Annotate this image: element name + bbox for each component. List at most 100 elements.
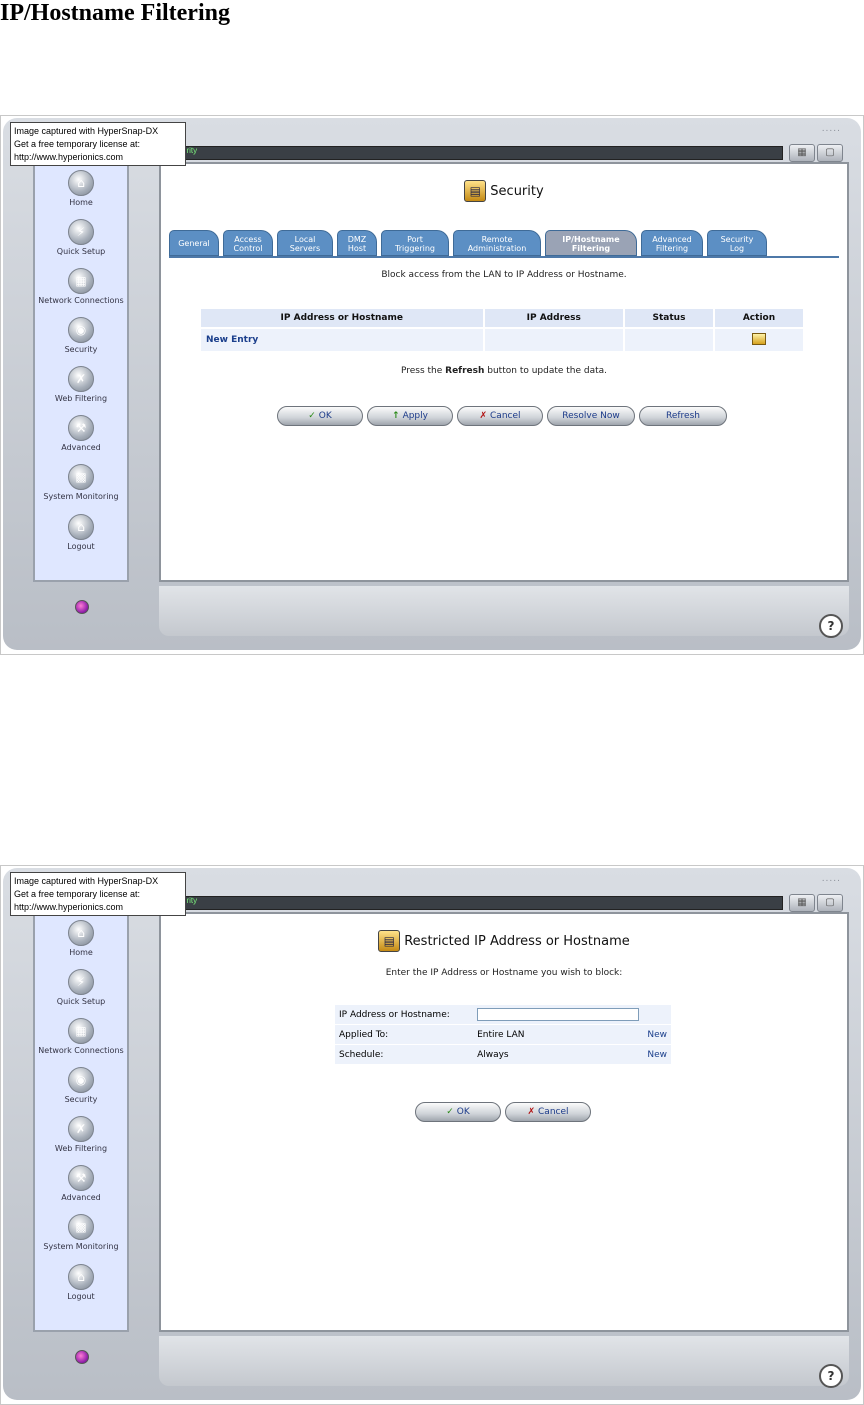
page-title: Security	[490, 183, 544, 199]
title-bar: urity	[179, 146, 783, 160]
app-window-frame: ..... urity ▦ ▢ ⌂ Home ⚡ Quick Setup ▦ Netw…	[3, 868, 861, 1400]
logout-icon: ⌂	[68, 514, 94, 540]
ok-button[interactable]: ✓ OK	[277, 406, 363, 426]
sidebar-item-label: Advanced	[61, 1193, 101, 1202]
sidebar-item-security[interactable]: ◉ Security	[35, 1067, 127, 1104]
help-icon[interactable]: ?	[819, 614, 843, 638]
form-row: Applied To: Entire LAN New	[335, 1024, 671, 1045]
refresh-button-label: Refresh	[666, 411, 700, 421]
cancel-button[interactable]: ✗ Cancel	[505, 1102, 591, 1122]
tab-ip-hostname-filtering[interactable]: IP/Hostname Filtering	[545, 230, 637, 256]
apply-arrow-icon: ↑	[392, 411, 400, 421]
sidebar-item-quick-setup[interactable]: ⚡ Quick Setup	[35, 219, 127, 256]
cancel-button[interactable]: ✗ Cancel	[457, 406, 543, 426]
tab-security-log[interactable]: Security Log	[707, 230, 767, 256]
schedule-new-link[interactable]: New	[647, 1050, 667, 1060]
sidebar-item-network-connections[interactable]: ▦ Network Connections	[35, 1018, 127, 1055]
add-entry-icon[interactable]	[751, 332, 766, 345]
form-row: Schedule: Always New	[335, 1044, 671, 1064]
filter-icon: ✗	[68, 366, 94, 392]
sidebar-footer	[33, 586, 129, 636]
tab-port-triggering[interactable]: Port Triggering	[381, 230, 449, 256]
sidebar-item-system-monitoring[interactable]: ▩ System Monitoring	[35, 1214, 127, 1251]
lock-icon: ◉	[68, 1067, 94, 1093]
applied-to-new-link[interactable]: New	[647, 1030, 667, 1040]
grip-dots: .....	[821, 874, 841, 884]
tab-label: DMZ	[347, 235, 367, 244]
status-bar: ?	[159, 586, 849, 638]
lock-icon: ◉	[68, 317, 94, 343]
sidebar-item-advanced[interactable]: ⚒ Advanced	[35, 1165, 127, 1202]
refresh-note-bold: Refresh	[445, 366, 485, 376]
window-button[interactable]: ▢	[817, 144, 843, 162]
sidebar-item-quick-setup[interactable]: ⚡ Quick Setup	[35, 969, 127, 1006]
network-map-button[interactable]: ▦	[789, 144, 815, 162]
sidebar: ⌂ Home ⚡ Quick Setup ▦ Network Connections …	[33, 162, 129, 582]
ip-hostname-label: IP Address or Hostname:	[335, 1004, 474, 1025]
help-icon[interactable]: ?	[819, 1364, 843, 1388]
ip-hostname-input[interactable]	[477, 1008, 640, 1021]
capture-watermark: Image captured with HyperSnap-DX Get a f…	[10, 872, 186, 916]
ok-button-label: OK	[318, 411, 332, 421]
sidebar-item-label: Home	[69, 198, 93, 207]
form-cell	[643, 1004, 671, 1025]
ok-button[interactable]: ✓ OK	[415, 1102, 501, 1122]
tools-icon: ⚒	[68, 1165, 94, 1191]
tab-advanced-filtering[interactable]: Advanced Filtering	[641, 230, 703, 256]
restriction-form: IP Address or Hostname: Applied To: Enti…	[335, 1004, 671, 1064]
cross-icon: ✗	[479, 411, 488, 421]
tab-general[interactable]: General	[169, 230, 219, 256]
filter-icon: ✗	[68, 1116, 94, 1142]
new-entry-link[interactable]: New Entry	[202, 335, 258, 345]
refresh-button[interactable]: Refresh	[639, 406, 727, 426]
applied-to-value: Entire LAN	[473, 1024, 644, 1045]
screenshot-security-tab: ..... urity ▦ ▢ ⌂ Home ⚡ Quick Setup ▦ Netw…	[0, 115, 864, 655]
sidebar-item-home[interactable]: ⌂ Home	[35, 920, 127, 957]
sidebar-item-label: Security	[64, 345, 98, 354]
sidebar-item-home[interactable]: ⌂ Home	[35, 170, 127, 207]
page-description: Enter the IP Address or Hostname you wis…	[385, 968, 623, 978]
tab-label: Administration	[467, 244, 527, 253]
column-header: Action	[713, 309, 806, 328]
page-header: ▤ Security	[161, 180, 847, 202]
tab-local-servers[interactable]: Local Servers	[277, 230, 333, 256]
main-panel: ▤ Security General Access Control Local Ser…	[159, 162, 849, 582]
sidebar: ⌂ Home ⚡ Quick Setup ▦ Network Connections …	[33, 912, 129, 1332]
table-cell	[483, 327, 625, 351]
sidebar-item-web-filtering[interactable]: ✗ Web Filtering	[35, 1116, 127, 1153]
lightning-icon: ⚡	[68, 969, 94, 995]
sidebar-item-label: Network Connections	[38, 296, 124, 305]
network-map-button[interactable]: ▦	[789, 894, 815, 912]
sidebar-item-web-filtering[interactable]: ✗ Web Filtering	[35, 366, 127, 403]
title-bar: urity	[179, 896, 783, 910]
sidebar-item-label: System Monitoring	[43, 492, 119, 501]
sidebar-item-advanced[interactable]: ⚒ Advanced	[35, 415, 127, 452]
sidebar-item-label: Security	[64, 1095, 98, 1104]
column-header: IP Address	[483, 309, 625, 328]
sidebar-footer	[33, 1336, 129, 1386]
sidebar-item-label: Logout	[67, 1292, 95, 1301]
page-description: Block access from the LAN to IP Address …	[381, 270, 627, 280]
tab-label: Security	[720, 235, 754, 244]
sidebar-item-logout[interactable]: ⌂ Logout	[35, 514, 127, 551]
sidebar-item-network-connections[interactable]: ▦ Network Connections	[35, 268, 127, 305]
tab-label: Control	[233, 244, 263, 253]
tab-label: Port	[407, 235, 423, 244]
sidebar-item-logout[interactable]: ⌂ Logout	[35, 1264, 127, 1301]
sidebar-item-system-monitoring[interactable]: ▩ System Monitoring	[35, 464, 127, 501]
tools-icon: ⚒	[68, 415, 94, 441]
schedule-value: Always	[473, 1044, 644, 1064]
apply-button[interactable]: ↑ Apply	[367, 406, 453, 426]
tab-dmz-host[interactable]: DMZ Host	[337, 230, 377, 256]
security-icon: ▤	[378, 930, 401, 952]
tab-remote-administration[interactable]: Remote Administration	[453, 230, 541, 256]
resolve-now-button[interactable]: Resolve Now	[547, 406, 635, 426]
window-button[interactable]: ▢	[817, 894, 843, 912]
sidebar-item-label: Quick Setup	[56, 247, 106, 256]
app-window-frame: ..... urity ▦ ▢ ⌂ Home ⚡ Quick Setup ▦ Netw…	[3, 118, 861, 650]
cross-icon: ✗	[527, 1107, 536, 1117]
sidebar-item-label: Home	[69, 948, 93, 957]
tab-access-control[interactable]: Access Control	[223, 230, 273, 256]
page-header: ▤ Restricted IP Address or Hostname	[161, 930, 847, 952]
sidebar-item-security[interactable]: ◉ Security	[35, 317, 127, 354]
